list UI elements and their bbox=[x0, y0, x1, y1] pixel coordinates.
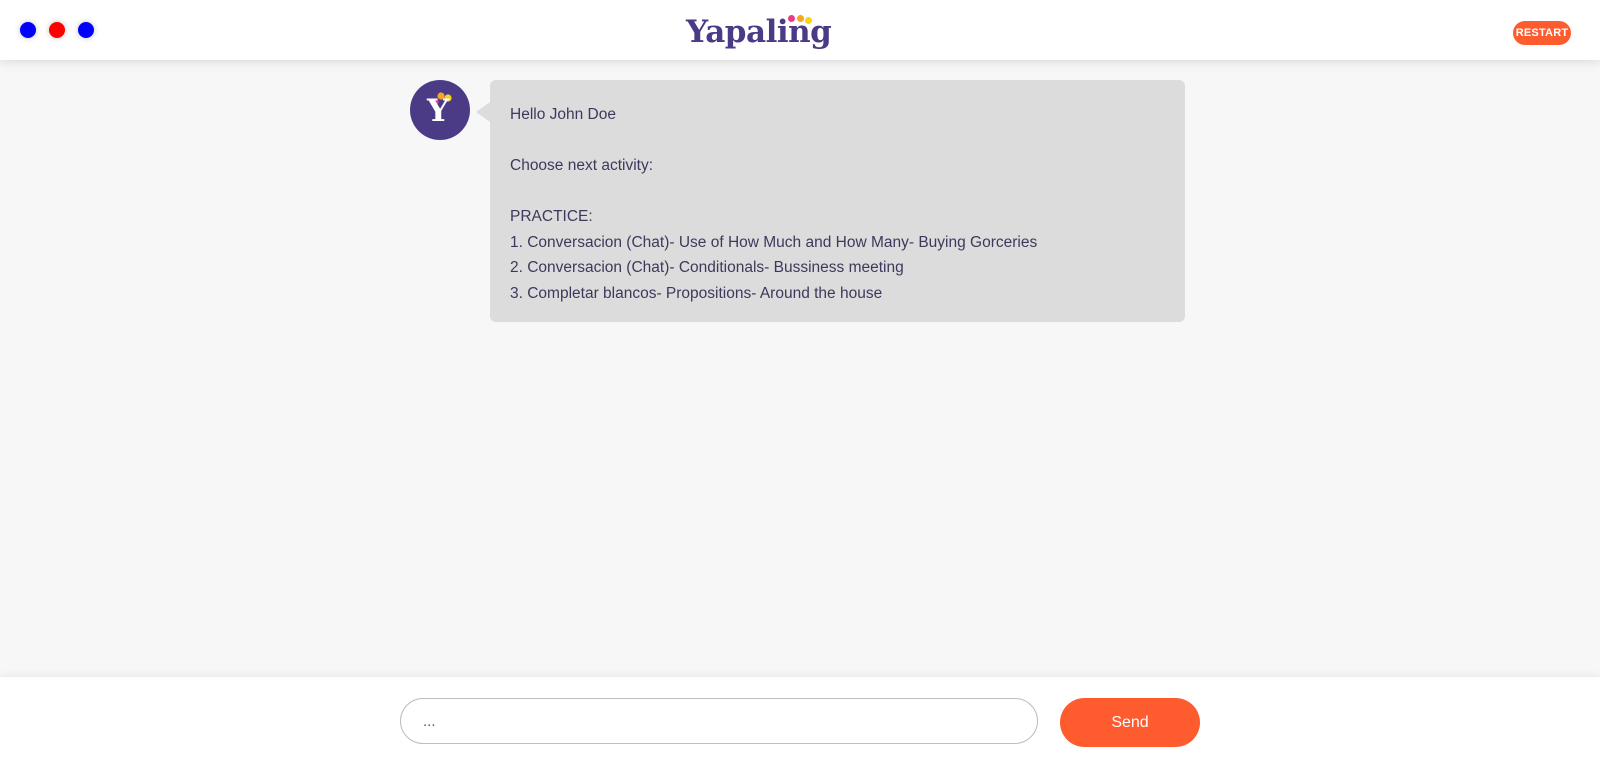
top-bar: Yapaling RESTART bbox=[0, 0, 1600, 60]
activity-option-2: 2. Conversacion (Chat)- Conditionals- Bu… bbox=[510, 259, 904, 276]
yapaling-logo: Yapaling bbox=[686, 12, 832, 56]
bot-avatar: Y bbox=[410, 80, 470, 140]
activity-option-1: 1. Conversacion (Chat)- Use of How Much … bbox=[510, 233, 1038, 251]
bot-message-bubble: Hello John Doe Choose next activity: PRA… bbox=[476, 80, 1185, 322]
restart-button[interactable]: RESTART bbox=[1513, 21, 1571, 45]
message-input[interactable] bbox=[400, 698, 1038, 744]
message-section-heading: PRACTICE: bbox=[510, 208, 593, 225]
message-greeting: Hello John Doe bbox=[510, 106, 616, 123]
window-dot-blue-1[interactable] bbox=[20, 22, 36, 38]
activity-option-3: 3. Completar blancos- Propositions- Arou… bbox=[510, 284, 883, 302]
window-controls bbox=[20, 22, 107, 38]
window-dot-blue-2[interactable] bbox=[78, 22, 94, 38]
composer-bar: Send bbox=[0, 677, 1600, 773]
message-prompt: Choose next activity: bbox=[510, 157, 654, 174]
chat-area: Y Hello John Doe Choose next activity: P… bbox=[0, 60, 1600, 677]
message-text: Hello John Doe Choose next activity: PRA… bbox=[510, 102, 1037, 306]
avatar-letter: Y bbox=[427, 93, 450, 129]
send-button[interactable]: Send bbox=[1060, 698, 1200, 747]
window-dot-red[interactable] bbox=[49, 22, 65, 38]
